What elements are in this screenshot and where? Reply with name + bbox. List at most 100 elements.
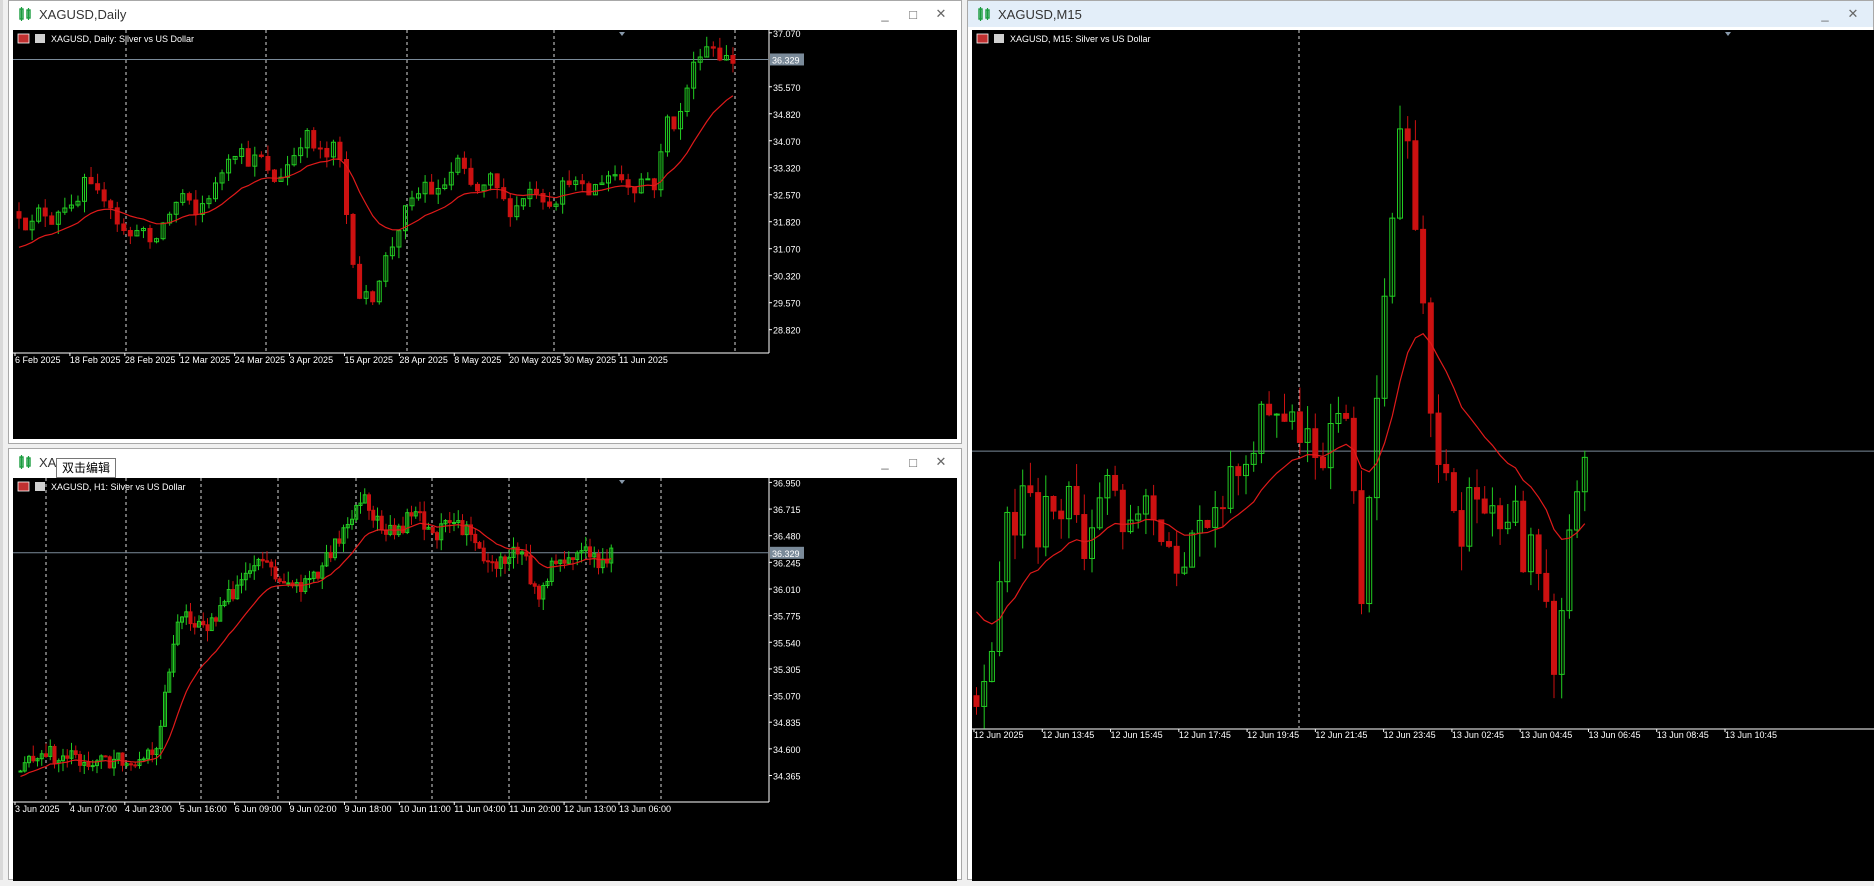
window-daily[interactable]: XAGUSD,Daily _ □ ✕ 37.070 36.329 35.570 34.… bbox=[8, 0, 962, 444]
candle-body bbox=[533, 188, 539, 195]
candle-body bbox=[461, 157, 467, 169]
candle-body bbox=[1420, 228, 1427, 304]
candle-body bbox=[1551, 600, 1557, 675]
minimize-button[interactable]: _ bbox=[871, 7, 899, 22]
y-tick-label: 36.715 bbox=[773, 505, 801, 515]
candle-body bbox=[1435, 412, 1442, 465]
y-tick-label: 33.320 bbox=[773, 164, 801, 174]
candle-body bbox=[710, 46, 716, 49]
candle-body bbox=[49, 215, 55, 225]
x-tick-label: 3 Jun 2025 bbox=[15, 804, 60, 814]
chart-area-h1[interactable]: 36.950 36.715 36.480 36.329 36.245 36.010 35.7… bbox=[13, 478, 957, 881]
candle-body bbox=[337, 538, 342, 544]
chart-daily[interactable]: 37.070 36.329 35.570 34.820 34.070 33.320 32.5… bbox=[13, 29, 957, 439]
y-tick-label: 36.245 bbox=[773, 558, 801, 568]
window-h1[interactable]: XAG _ □ ✕ 36.950 36.715 36.480 36.329 36.245… bbox=[8, 448, 962, 881]
candlestick-icon bbox=[19, 7, 31, 21]
candle-body bbox=[328, 552, 333, 559]
minimize-button[interactable]: _ bbox=[1811, 7, 1839, 22]
candle-body bbox=[1073, 485, 1080, 516]
titlebar-daily[interactable]: XAGUSD,Daily _ □ ✕ bbox=[9, 1, 961, 27]
candle-body bbox=[205, 624, 210, 632]
candle-body bbox=[1012, 511, 1018, 536]
chart-area-daily[interactable]: 37.070 36.329 35.570 34.820 34.070 33.320 32.5… bbox=[13, 29, 957, 439]
candle-body bbox=[524, 551, 529, 557]
close-button[interactable]: ✕ bbox=[1839, 6, 1867, 22]
candle-body bbox=[88, 176, 94, 185]
chart-m15[interactable]: XAGUSD, M15: Silver vs US Dollar 12 Jun 2… bbox=[972, 30, 1874, 881]
candle-body bbox=[1520, 500, 1527, 573]
x-tick-label: 30 May 2025 bbox=[564, 355, 616, 365]
titlebar-h1[interactable]: XAG _ □ ✕ bbox=[9, 449, 961, 475]
x-tick-label: 13 Jun 06:45 bbox=[1588, 730, 1640, 740]
x-tick-label: 13 Jun 04:45 bbox=[1520, 730, 1572, 740]
y-tick-label: 35.570 bbox=[773, 83, 801, 93]
x-tick-label: 11 Jun 04:00 bbox=[454, 804, 505, 814]
chart-h1[interactable]: 36.950 36.715 36.480 36.32936.245 36.010 35.7… bbox=[13, 478, 957, 881]
candle-body bbox=[1173, 545, 1180, 574]
candle-body bbox=[1497, 505, 1504, 530]
candle-body bbox=[515, 546, 520, 555]
maximize-button[interactable]: □ bbox=[899, 7, 927, 22]
candle-body bbox=[1535, 534, 1542, 574]
close-button[interactable]: ✕ bbox=[927, 6, 955, 22]
candle-body bbox=[494, 173, 500, 189]
close-button[interactable]: ✕ bbox=[927, 454, 955, 470]
x-tick-label: 4 Jun 23:00 bbox=[125, 804, 172, 814]
candle-body bbox=[52, 745, 57, 764]
y-tick-label: 34.070 bbox=[773, 137, 801, 147]
candle-body bbox=[65, 755, 70, 759]
y-tick-label: 34.365 bbox=[773, 771, 801, 781]
candle-body bbox=[1543, 572, 1550, 602]
candle-body bbox=[494, 561, 499, 569]
chart-area-m15[interactable]: XAGUSD, M15: Silver vs US Dollar 12 Jun 2… bbox=[972, 30, 1874, 881]
candle-body bbox=[18, 770, 23, 773]
candle-body bbox=[452, 521, 456, 524]
candle-body bbox=[1458, 510, 1465, 547]
symbol-icon bbox=[994, 34, 1004, 43]
minimize-button[interactable]: _ bbox=[871, 455, 899, 470]
y-tick-label: 28.820 bbox=[773, 326, 801, 336]
x-tick-label: 11 Jun 2025 bbox=[619, 355, 668, 365]
flag-icon bbox=[17, 481, 30, 492]
window-title: XAGUSD,M15 bbox=[998, 6, 1082, 22]
candle-body bbox=[1050, 495, 1057, 512]
x-tick-label: 9 Jun 02:00 bbox=[290, 804, 337, 814]
candle-body bbox=[1266, 403, 1273, 416]
candle-body bbox=[532, 583, 537, 587]
candle-body bbox=[269, 561, 274, 568]
candle-body bbox=[619, 174, 625, 181]
candlestick-icon bbox=[19, 455, 31, 469]
titlebar-m15[interactable]: XAGUSD,M15 _ ✕ bbox=[968, 1, 1873, 27]
x-tick-label: 8 May 2025 bbox=[454, 355, 501, 365]
candle-body bbox=[307, 578, 312, 581]
candle-body bbox=[286, 582, 291, 585]
x-tick-label: 9 Jun 18:00 bbox=[344, 804, 391, 814]
current-price-label: 36.329 bbox=[772, 549, 800, 559]
candle-body bbox=[1450, 472, 1457, 512]
candle-body bbox=[435, 532, 439, 541]
candle-body bbox=[121, 223, 127, 232]
candle-body bbox=[486, 560, 490, 563]
left-window-edge bbox=[0, 0, 3, 880]
window-m15[interactable]: XAGUSD,M15 _ ✕ XAGUSD, M15: Silver vs US… bbox=[967, 0, 1874, 881]
y-tick-label: 31.070 bbox=[773, 245, 801, 255]
x-tick-label: 15 Apr 2025 bbox=[344, 355, 393, 365]
candle-body bbox=[1404, 128, 1411, 142]
candle-body bbox=[282, 581, 286, 584]
x-tick-label: 12 Jun 13:45 bbox=[1042, 730, 1094, 740]
candle-body bbox=[409, 512, 414, 517]
maximize-button[interactable]: □ bbox=[899, 455, 927, 470]
candle-body bbox=[23, 217, 29, 231]
y-tick-label: 34.600 bbox=[773, 745, 801, 755]
candle-body bbox=[150, 749, 155, 756]
candle-body bbox=[95, 183, 101, 191]
candle-body bbox=[101, 189, 107, 202]
y-tick-label: 34.820 bbox=[773, 110, 801, 120]
candle-body bbox=[31, 755, 36, 762]
y-tick-label: 34.835 bbox=[773, 718, 801, 728]
x-tick-label: 6 Jun 09:00 bbox=[235, 804, 282, 814]
y-tick-label: 35.305 bbox=[773, 665, 801, 675]
candle-body bbox=[1081, 514, 1088, 559]
candle-body bbox=[645, 178, 651, 181]
